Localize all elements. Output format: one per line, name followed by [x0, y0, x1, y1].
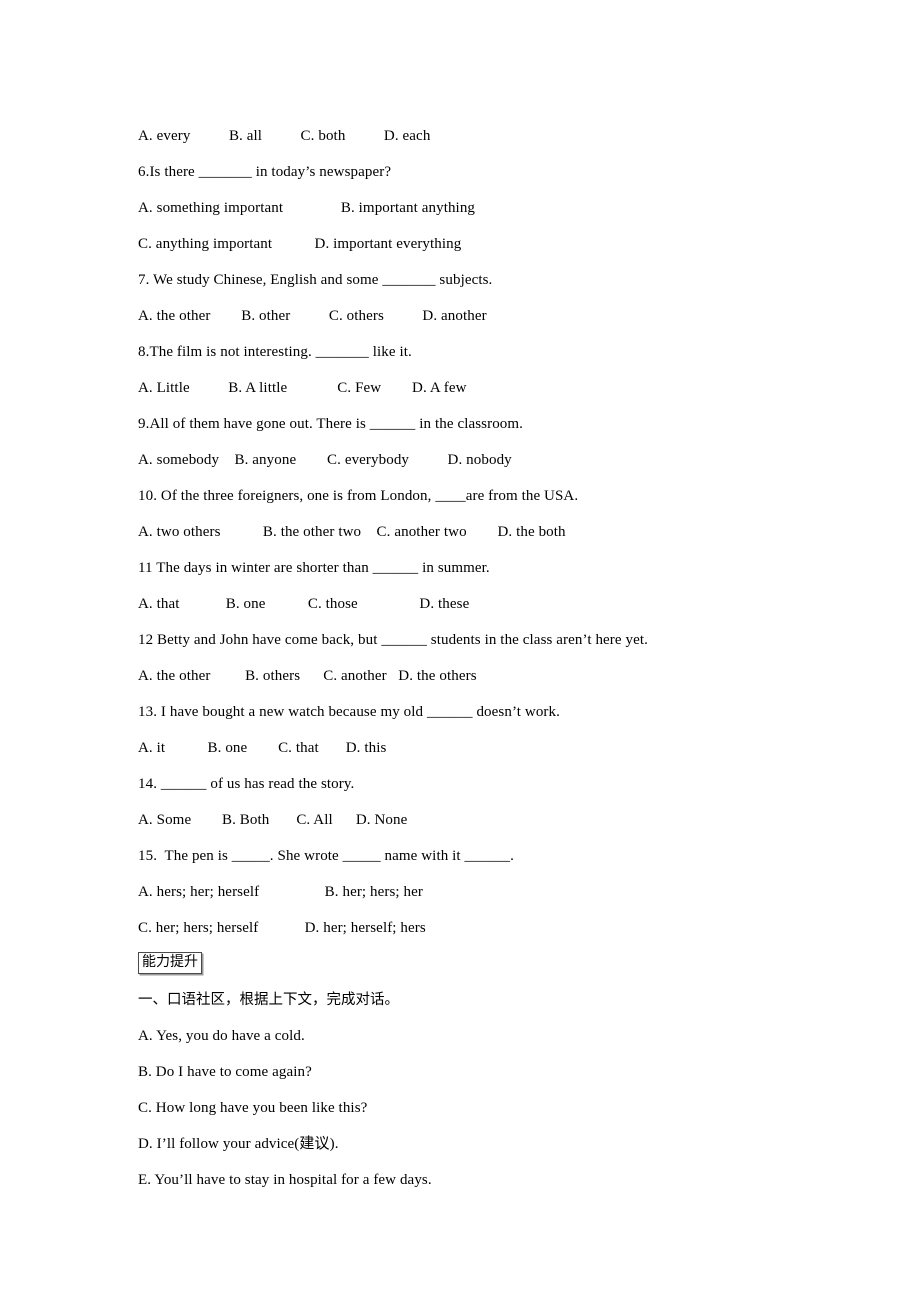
section-tag-container: 能力提升	[138, 946, 920, 976]
question-13-stem: 13. I have bought a new watch because my…	[138, 704, 560, 720]
question-10-stem: 10. Of the three foreigners, one is from…	[138, 488, 579, 504]
question-11-stem: 11 The days in winter are shorter than _…	[138, 560, 490, 576]
question-15-options-row-1: A. hers; her; herself B. her; hers; her	[138, 884, 424, 900]
dialogue-option-a: A. Yes, you do have a cold.	[138, 1028, 305, 1044]
dialogue-option-c: C. How long have you been like this?	[138, 1100, 368, 1116]
section-heading-oral-practice: 一、口语社区，根据上下文，完成对话。	[138, 992, 399, 1008]
question-10-options: A. two others B. the other two C. anothe…	[138, 524, 566, 540]
question-12-options: A. the other B. others C. another D. the…	[138, 668, 477, 684]
question-12-stem: 12 Betty and John have come back, but __…	[138, 632, 648, 648]
question-15-stem: 15. The pen is _____. She wrote _____ na…	[138, 848, 514, 864]
section-tag-ability-improvement: 能力提升	[138, 952, 202, 974]
question-14-stem: 14. ______ of us has read the story.	[138, 776, 355, 792]
question-9-stem: 9.All of them have gone out. There is __…	[138, 416, 524, 432]
question-6-options-row-2: C. anything important D. important every…	[138, 236, 462, 252]
question-5-options: A. every B. all C. both D. each	[138, 128, 431, 144]
question-8-options: A. Little B. A little C. Few D. A few	[138, 380, 467, 396]
question-13-options: A. it B. one C. that D. this	[138, 740, 387, 756]
question-8-stem: 8.The film is not interesting. _______ l…	[138, 344, 412, 360]
question-7-options: A. the other B. other C. others D. anoth…	[138, 308, 487, 324]
dialogue-option-e: E. You’ll have to stay in hospital for a…	[138, 1172, 432, 1188]
question-9-options: A. somebody B. anyone C. everybody D. no…	[138, 452, 512, 468]
worksheet-page: A. every B. all C. both D. each 6.Is the…	[0, 0, 920, 1302]
dialogue-option-b: B. Do I have to come again?	[138, 1064, 312, 1080]
question-11-options: A. that B. one C. those D. these	[138, 596, 470, 612]
question-15-options-row-2: C. her; hers; herself D. her; herself; h…	[138, 920, 426, 936]
question-6-options-row-1: A. something important B. important anyt…	[138, 200, 476, 216]
question-7-stem: 7. We study Chinese, English and some __…	[138, 272, 493, 288]
dialogue-option-d: D. I’ll follow your advice(建议).	[138, 1136, 339, 1152]
question-6-stem: 6.Is there _______ in today’s newspaper?	[138, 164, 392, 180]
question-14-options: A. Some B. Both C. All D. None	[138, 812, 408, 828]
